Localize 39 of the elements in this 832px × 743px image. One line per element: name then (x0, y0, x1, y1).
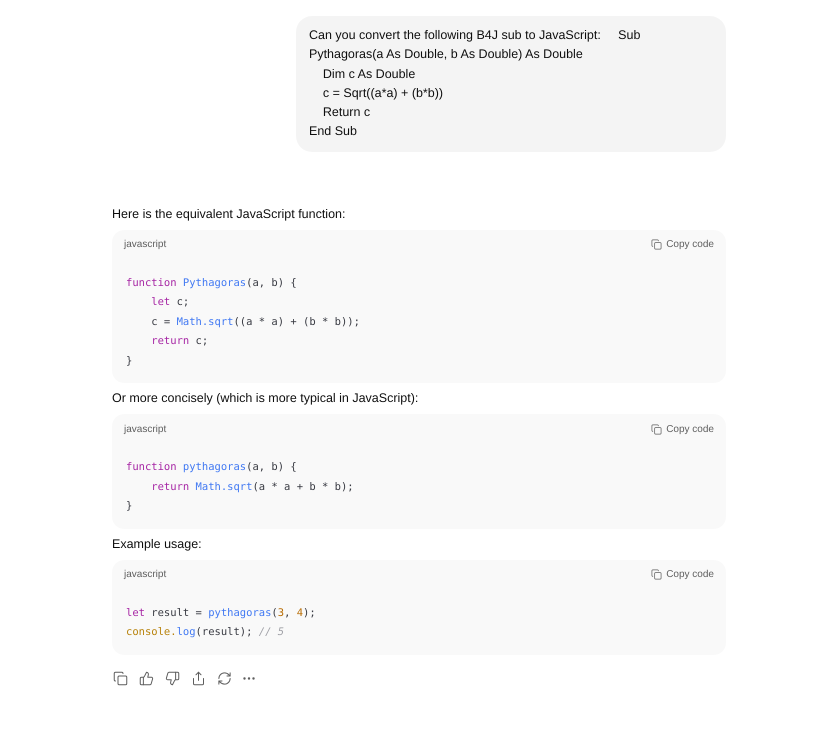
code-line: function Pythagoras(a, b) { (126, 276, 297, 291)
copy-code-button[interactable]: Copy code (651, 567, 714, 582)
code-line: } (126, 499, 132, 514)
message-line: c = Sqrt((a*a) + (b*b)) (322, 84, 444, 102)
more-icon (243, 676, 255, 680)
code-language: javascript (124, 238, 166, 252)
refresh-button[interactable] (217, 670, 232, 686)
response-text: Here is the equivalent JavaScript function: (112, 206, 346, 223)
code-line: return Math.sqrt(a * a + b * b); (150, 480, 354, 495)
response-text: Example usage: (112, 536, 202, 553)
message-line: Dim c As Double (322, 66, 416, 83)
copy-icon (651, 239, 662, 250)
message-line: End Sub (309, 123, 357, 140)
copy-code-button[interactable]: Copy code (651, 237, 714, 252)
code-line: let result = pythagoras(3, 4); (126, 606, 316, 621)
code-line: return c; (150, 334, 208, 350)
message-line: Return c (322, 104, 370, 122)
code-language: javascript (124, 422, 166, 437)
code-line: console.log(result); // 5 (126, 625, 284, 640)
code-line: let c; (150, 295, 190, 310)
thumbs-up-button[interactable] (139, 670, 154, 686)
code-line: } (126, 354, 132, 369)
copy-icon (651, 569, 662, 580)
share-icon (191, 670, 206, 686)
code-line: function pythagoras(a, b) { (126, 460, 297, 476)
code-line: c = Math.sqrt((a * a) + (b * b)); (150, 314, 360, 330)
code-language: javascript (124, 568, 166, 582)
response-text: Or more concisely (which is more typical in JavaScript): (112, 390, 418, 408)
copy-code-button[interactable]: Copy code (651, 422, 714, 437)
copy-icon (113, 670, 128, 686)
copy-icon (651, 424, 662, 435)
thumbs-up-icon (139, 670, 154, 686)
thumbs-down-button[interactable] (165, 670, 180, 686)
copy-button[interactable] (113, 670, 128, 686)
message-line: Can you convert the following B4J sub to JavaScript: Sub (309, 27, 640, 44)
refresh-icon (217, 670, 232, 686)
share-button[interactable] (191, 670, 206, 686)
thumbs-down-icon (165, 670, 180, 686)
message-line: Pythagoras(a As Double, b As Double) As Double (309, 46, 583, 64)
